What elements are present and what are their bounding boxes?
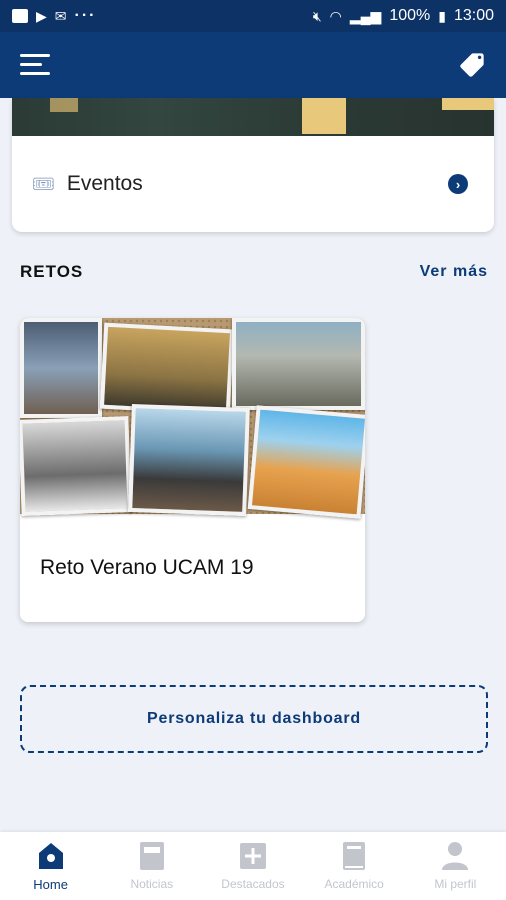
reto-title: Reto Verano UCAM 19 <box>40 556 254 579</box>
nav-label-home: Home <box>33 876 68 892</box>
event-title: Eventos <box>66 172 143 195</box>
more-notifications-icon: ··· <box>74 7 97 24</box>
battery-percent: 100% <box>389 7 431 24</box>
status-right: 🔇︎ ◠ ▂▄▆ 100% ▮ 13:00 <box>313 7 494 25</box>
retos-header: RETOS Ver más <box>20 262 488 282</box>
mute-icon: 🔇︎ <box>312 7 322 24</box>
nav-label-destacados: Destacados <box>221 877 285 891</box>
reto-image <box>20 318 365 519</box>
event-card[interactable]: 🎟︎ Eventos › <box>12 98 494 232</box>
ticket-icon: 🎟︎ <box>32 173 55 194</box>
event-image <box>12 98 494 136</box>
gallery-notification-icon <box>12 9 28 23</box>
wifi-icon: ◠ <box>329 7 342 24</box>
news-icon <box>139 842 164 870</box>
personaliza-dashboard-button[interactable]: Personaliza tu dashboard <box>20 685 488 753</box>
reto-card[interactable]: Reto Verano UCAM 19 <box>20 318 365 622</box>
app-bar <box>0 32 506 98</box>
nav-label-perfil: Mi perfil <box>434 877 477 891</box>
nav-label-academico: Académico <box>324 877 384 891</box>
tag-icon[interactable] <box>458 51 486 79</box>
status-left: ▶ ✉ ··· <box>12 7 97 25</box>
nav-item-home[interactable]: Home <box>1 841 101 892</box>
event-row[interactable]: 🎟︎ Eventos › <box>12 136 494 232</box>
clock: 13:00 <box>453 7 494 24</box>
nav-item-perfil[interactable]: Mi perfil <box>405 841 505 891</box>
nav-item-noticias[interactable]: Noticias <box>102 841 202 891</box>
nav-item-academico[interactable]: Académico <box>304 841 404 891</box>
section-title: RETOS <box>20 262 84 281</box>
see-more-link[interactable]: Ver más <box>420 263 488 281</box>
battery-icon: ▮ <box>438 7 446 24</box>
mail-notification-icon: ✉ <box>54 7 67 24</box>
hamburger-menu-icon[interactable] <box>20 54 50 76</box>
flipboard-notification-icon: ▶ <box>36 7 47 24</box>
signal-icon: ▂▄▆ <box>349 7 382 24</box>
nav-label-noticias: Noticias <box>130 877 174 891</box>
chevron-right-icon[interactable]: › <box>448 174 468 194</box>
status-bar: ▶ ✉ ··· 🔇︎ ◠ ▂▄▆ 100% ▮ 13:00 <box>0 0 506 32</box>
plus-box-icon <box>239 843 266 869</box>
person-icon <box>442 842 469 870</box>
nav-item-destacados[interactable]: Destacados <box>203 841 303 891</box>
book-icon <box>343 842 366 870</box>
home-icon <box>38 842 63 869</box>
bottom-nav: Home Noticias Destacados Académico Mi pe… <box>0 832 506 900</box>
